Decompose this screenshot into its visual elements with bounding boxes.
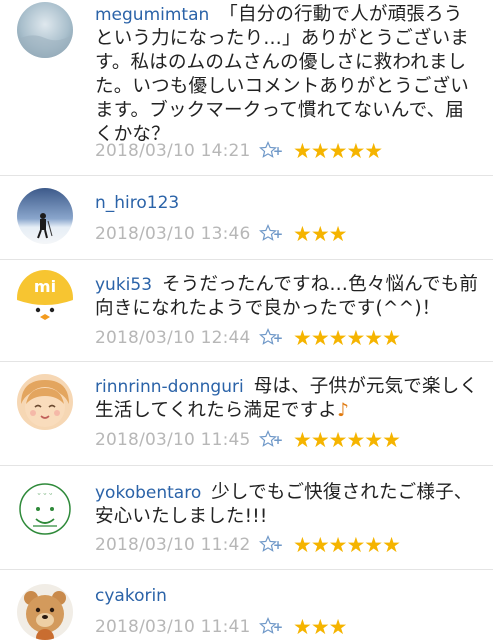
comment-meta: 2018/03/10 11:45 + ★★★★★★ <box>95 427 401 453</box>
teddy-bear-avatar[interactable] <box>17 584 73 640</box>
comment-body: n_hiro123 <box>95 191 479 215</box>
comment-meta: 2018/03/10 13:46 + ★★★ <box>95 221 347 247</box>
comment-meta: 2018/03/10 11:41 + ★★★ <box>95 614 347 640</box>
timestamp[interactable]: 2018/03/10 12:44 <box>95 328 259 348</box>
comment-body: cyakorin <box>95 584 479 608</box>
add-star-icon[interactable]: + <box>259 429 287 451</box>
star-rating[interactable]: ★★★★★★ <box>293 428 401 452</box>
snow-hiker-avatar[interactable] <box>17 188 73 244</box>
timestamp[interactable]: 2018/03/10 11:42 <box>95 535 259 555</box>
sky-avatar[interactable] <box>17 2 73 58</box>
comment-meta: 2018/03/10 12:44 + ★★★★★★ <box>95 325 401 351</box>
star-rating[interactable]: ★★★★★★ <box>293 533 401 557</box>
timestamp[interactable]: 2018/03/10 11:41 <box>95 617 259 637</box>
timestamp[interactable]: 2018/03/10 14:21 <box>95 141 259 161</box>
add-star-icon[interactable]: + <box>259 223 287 245</box>
comment-list: megumimtan 「自分の行動で人が頑張ろうという力になったり…」ありがとうご… <box>0 0 493 640</box>
comment-text: 「自分の行動で人が頑張ろうという力になったり…」ありがとうございます。私はのムの… <box>95 4 470 145</box>
username-link[interactable]: yokobentaro <box>95 483 201 503</box>
star-rating[interactable]: ★★★★★★ <box>293 326 401 350</box>
comment-body: yokobentaro 少しでもご快復されたご様子、安心いたしました!!! <box>95 481 479 529</box>
star-rating[interactable]: ★★★ <box>293 615 347 639</box>
comment-item: mi yuki53 そうだったんですね…色々悩んでも前向きになれたようで良かったで… <box>0 260 493 362</box>
comment-meta: 2018/03/10 11:42 + ★★★★★★ <box>95 532 401 558</box>
timestamp[interactable]: 2018/03/10 13:46 <box>95 224 259 244</box>
comment-item: megumimtan 「自分の行動で人が頑張ろうという力になったり…」ありがとうご… <box>0 0 493 176</box>
comment-body: rinnrinn-donnguri 母は、子供が元気で楽しく生活してくれたら満足で… <box>95 375 479 423</box>
username-link[interactable]: n_hiro123 <box>95 193 179 213</box>
username-link[interactable]: rinnrinn-donnguri <box>95 377 244 397</box>
comment-item: n_hiro123 2018/03/10 13:46 + ★★★ <box>0 176 493 260</box>
add-star-icon[interactable]: + <box>259 616 287 638</box>
music-note-icon: ♪ <box>337 400 350 421</box>
username-link[interactable]: yuki53 <box>95 275 152 295</box>
add-star-icon[interactable]: + <box>259 327 287 349</box>
comment-meta: 2018/03/10 14:21 + ★★★★★ <box>95 138 383 164</box>
stamp-face-avatar[interactable]: ᵕ ᵕ ᵕ <box>17 481 73 537</box>
girl-face-avatar[interactable] <box>17 374 73 430</box>
star-rating[interactable]: ★★★★★ <box>293 139 383 163</box>
svg-text:mi: mi <box>34 277 56 296</box>
comment-text: そうだったんですね…色々悩んでも前向きになれたようで良かったです(^^)！ <box>95 274 479 319</box>
timestamp[interactable]: 2018/03/10 11:45 <box>95 430 259 450</box>
comment-item: rinnrinn-donnguri 母は、子供が元気で楽しく生活してくれたら満足で… <box>0 362 493 466</box>
username-link[interactable]: cyakorin <box>95 586 167 606</box>
comment-item: ᵕ ᵕ ᵕ yokobentaro 少しでもご快復されたご様子、安心いたしました!… <box>0 466 493 570</box>
comment-body: yuki53 そうだったんですね…色々悩んでも前向きになれたようで良かったです(^… <box>95 273 479 321</box>
add-star-icon[interactable]: + <box>259 534 287 556</box>
comment-body: megumimtan 「自分の行動で人が頑張ろうという力になったり…」ありがとうご… <box>95 3 479 147</box>
add-star-icon[interactable]: + <box>259 140 287 162</box>
mi-bird-avatar[interactable]: mi <box>17 270 73 326</box>
svg-text:ᵕ ᵕ ᵕ: ᵕ ᵕ ᵕ <box>37 490 52 499</box>
star-rating[interactable]: ★★★ <box>293 222 347 246</box>
username-link[interactable]: megumimtan <box>95 5 209 25</box>
comment-item: cyakorin 2018/03/10 11:41 + ★★★ <box>0 570 493 640</box>
